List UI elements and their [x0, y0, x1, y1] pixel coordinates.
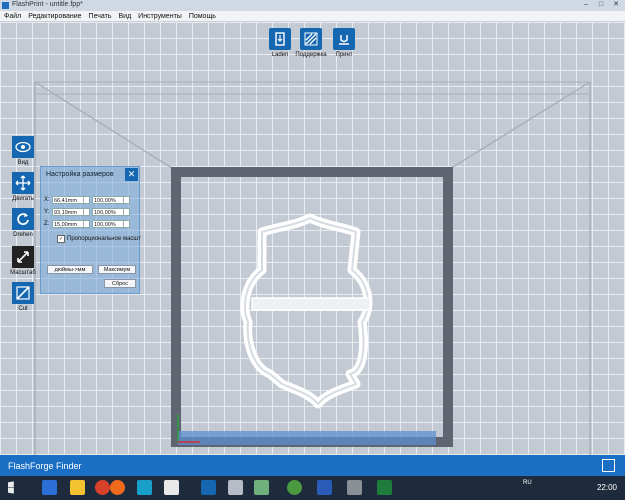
cut-tool-button[interactable]: Cut [10, 282, 36, 312]
uniform-scale-label: Пропорциональное масшт [67, 236, 141, 242]
menu-view[interactable]: Вид [118, 11, 131, 21]
scale-row-z: Z: 15,00mm 100,00% [44, 219, 130, 228]
ie-icon[interactable] [42, 480, 57, 495]
word-icon[interactable] [317, 480, 332, 495]
size-y-value: 93,19mm [54, 209, 77, 216]
size-x-spinner[interactable] [83, 196, 89, 203]
rotate-icon [12, 208, 34, 230]
axis-label-y: Y: [44, 208, 50, 215]
axis-label-x: X: [44, 196, 50, 203]
cut-icon [12, 282, 34, 304]
status-bar: FlashForge Finder [0, 455, 625, 476]
size-x-input[interactable]: 66,41mm [52, 195, 90, 204]
model-crossbar [251, 297, 371, 311]
uniform-scale-checkbox[interactable]: ✓ [57, 235, 65, 243]
load-icon [269, 28, 291, 50]
move-tool-label: Двигать [12, 196, 34, 202]
minimize-button[interactable]: – [579, 0, 593, 9]
flashprint-taskbar-icon[interactable] [201, 480, 216, 495]
size-z-input[interactable]: 15,00mm [52, 219, 90, 228]
print-button[interactable]: Принт [329, 28, 359, 58]
maximize-button[interactable]: □ [594, 0, 608, 9]
size-z-value: 15,00mm [54, 221, 77, 228]
percent-y-input[interactable]: 100,00% [92, 207, 130, 216]
percent-x-value: 100,00% [94, 197, 116, 204]
input-language[interactable]: RU [523, 480, 532, 486]
load-button[interactable]: Laden [265, 28, 295, 58]
app-orange-icon[interactable] [110, 480, 125, 495]
app-c-icon[interactable] [137, 480, 152, 495]
percent-y-spinner[interactable] [123, 208, 129, 215]
panel-title: Настройка размеров [46, 171, 114, 178]
scale-row-x: X: 66,41mm 100,00% [44, 195, 130, 204]
menu-file[interactable]: Файл [4, 11, 21, 21]
rotate-tool-label: Drehen [13, 232, 33, 238]
view-tool-button[interactable]: Вид [10, 136, 36, 166]
inches-to-mm-button[interactable]: дюймы->мм [47, 265, 93, 274]
app-gray-icon[interactable] [347, 480, 362, 495]
print-label: Принт [335, 52, 353, 58]
move-tool-button[interactable]: Двигать [10, 172, 36, 202]
percent-z-spinner[interactable] [123, 220, 129, 227]
rotate-tool-button[interactable]: Drehen [10, 208, 36, 238]
menu-help[interactable]: Помощь [189, 11, 216, 21]
menu-print[interactable]: Печать [89, 11, 112, 21]
percent-z-value: 100,00% [94, 221, 116, 228]
scale-row-y: Y: 93,19mm 100,00% [44, 207, 130, 216]
close-window-button[interactable]: ✕ [609, 0, 623, 9]
percent-y-value: 100,00% [94, 209, 116, 216]
scale-icon [12, 246, 34, 268]
explorer-icon[interactable] [70, 480, 85, 495]
percent-x-spinner[interactable] [123, 196, 129, 203]
start-icon[interactable] [8, 481, 14, 494]
scale-tool-button[interactable]: Масштаб [10, 246, 36, 276]
build-plate-base [178, 431, 436, 445]
size-y-spinner[interactable] [83, 208, 89, 215]
menu-edit[interactable]: Редактирование [28, 11, 81, 21]
move-icon [12, 172, 34, 194]
model [240, 213, 373, 409]
clock[interactable]: 22:00 [597, 483, 617, 492]
support-button[interactable]: Поддержка [295, 28, 327, 58]
app-green-icon[interactable] [254, 480, 269, 495]
menu-tools[interactable]: Инструменты [138, 11, 182, 21]
window-title: FlashPrint - untitle.fpp* [12, 1, 83, 8]
maximum-button[interactable]: Максимум [98, 265, 136, 274]
app-doc-icon[interactable] [228, 480, 243, 495]
load-label: Laden [271, 52, 289, 58]
app-icon [2, 2, 9, 9]
build-volume-edge-right-top [447, 81, 591, 171]
scale-tool-label: Масштаб [10, 270, 36, 276]
percent-x-input[interactable]: 100,00% [92, 195, 130, 204]
support-icon [300, 28, 322, 50]
panel-close-button[interactable]: ✕ [125, 168, 138, 181]
cut-tool-label: Cut [18, 306, 28, 312]
size-y-input[interactable]: 93,19mm [52, 207, 90, 216]
support-label: Поддержка [295, 52, 327, 58]
app-grid-icon[interactable] [164, 480, 179, 495]
excel-icon[interactable] [377, 480, 392, 495]
status-panel-icon[interactable] [602, 459, 615, 472]
menu-bar: Файл Редактирование Печать Вид Инструмен… [0, 11, 625, 22]
axis-label-z: Z: [44, 220, 50, 227]
media-player-icon[interactable] [95, 480, 110, 495]
chrome-icon[interactable] [287, 480, 302, 495]
eye-icon [12, 136, 34, 158]
reset-button[interactable]: Сброс [104, 279, 136, 288]
size-x-value: 66,41mm [54, 197, 77, 204]
panel-header: Настройка размеров ✕ [41, 167, 139, 183]
size-z-spinner[interactable] [83, 220, 89, 227]
uniform-scale-option[interactable]: ✓ Пропорциональное масшт [57, 235, 141, 243]
printer-status-text: FlashForge Finder [8, 461, 82, 471]
percent-z-input[interactable]: 100,00% [92, 219, 130, 228]
build-volume-edge-left-top [34, 81, 176, 171]
model-outer-wall [240, 213, 373, 409]
view-tool-label: Вид [17, 160, 29, 166]
scale-settings-panel: Настройка размеров ✕ X: 66,41mm 100,00% … [40, 166, 141, 294]
build-volume-top-edge [34, 81, 591, 95]
print-icon [333, 28, 355, 50]
os-taskbar: RU 22:00 [0, 476, 625, 500]
